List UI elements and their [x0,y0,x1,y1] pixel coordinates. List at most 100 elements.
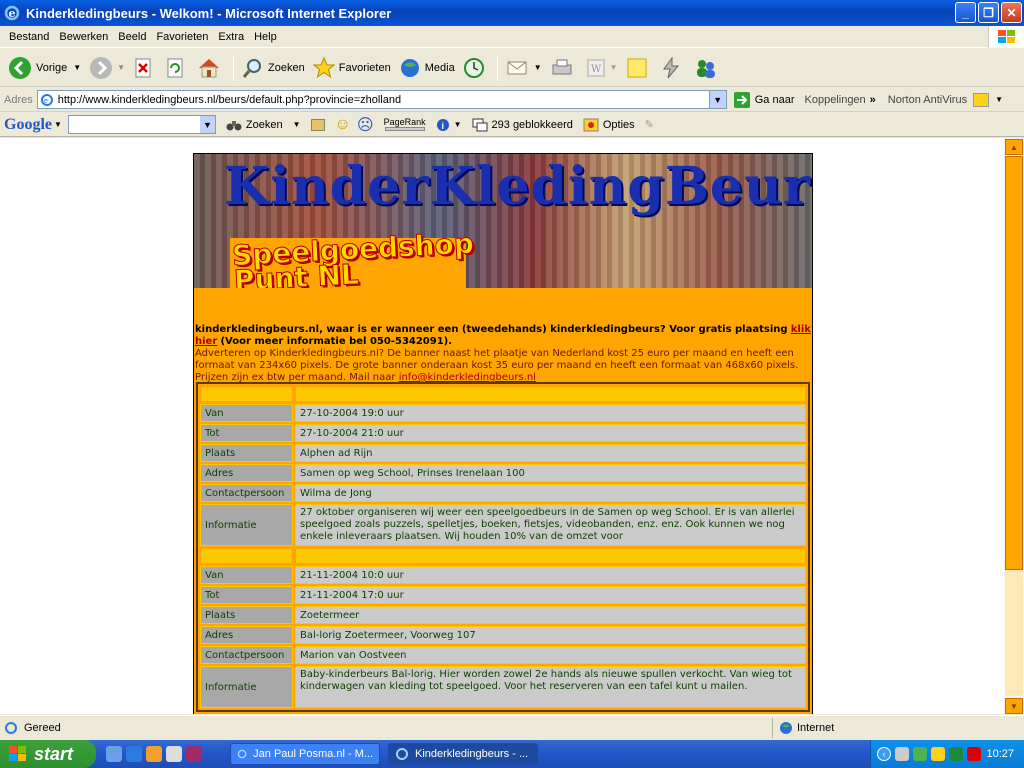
scroll-track[interactable] [1005,570,1023,696]
event-contact: Marion van Oostveen [295,646,806,664]
label-tot: Tot [200,586,293,604]
search-icon [242,58,262,78]
label-plaats: Plaats [200,444,293,462]
google-news-button[interactable] [310,118,325,131]
table-row: Van 21-11-2004 10:0 uur [200,566,806,584]
label-contactpersoon: Contactpersoon [200,646,293,664]
taskbar-item-kinderkledingbeurs[interactable]: Kinderkledingbeurs - ... [388,743,538,765]
taskbar-item-jan-paul[interactable]: Jan Paul Posma.nl - M... [230,743,380,765]
menu-help[interactable]: Help [249,31,282,43]
table-row: Contactpersoon Wilma de Jong [200,484,806,502]
printer-icon [552,59,572,74]
google-search-input[interactable]: ▼ [67,115,216,134]
pagerank-indicator[interactable]: PageRank [384,118,426,131]
search-button[interactable]: Zoeken [238,51,309,85]
close-button[interactable]: ✕ [1001,2,1022,23]
media-player-quicklaunch-icon[interactable] [146,746,162,762]
info-icon: i [436,118,449,131]
stop-button[interactable] [129,51,161,85]
search-label: Zoeken [268,61,305,74]
scroll-up-button[interactable]: ▲ [1005,139,1023,155]
home-button[interactable] [193,51,229,85]
back-button[interactable]: Vorige ▼ [4,51,85,85]
address-dropdown-button[interactable]: ▼ [708,91,726,108]
ati-tray-icon[interactable] [967,747,981,761]
smiley-sad-icon: ☹ [356,116,374,134]
menu-favorieten[interactable]: Favorieten [151,31,213,43]
security-tray-icon[interactable] [931,747,945,761]
media-label: Media [424,61,455,74]
maximize-button[interactable]: ❐ [978,2,999,23]
desktop-quicklaunch-icon[interactable] [186,746,202,762]
voting-up-button[interactable]: ☺ [335,116,351,134]
mail-button[interactable]: ▼ [502,51,546,85]
table-row: Contactpersoon Marion van Oostveen [200,646,806,664]
messenger-button[interactable] [690,51,726,85]
banner[interactable]: KinderKledingBeurs Speelgoedshop Punt NL [194,154,812,288]
scroll-thumb[interactable] [1005,156,1023,570]
ie-quicklaunch-icon[interactable] [126,746,142,762]
history-button[interactable] [459,51,493,85]
svg-text:W: W [591,64,602,75]
outlook-quicklaunch-icon[interactable] [166,746,182,762]
chevron-right-icon[interactable]: » [870,94,876,106]
notes-button[interactable] [622,51,656,85]
go-button[interactable]: Ga naar [733,91,795,109]
google-logo[interactable]: Google [4,116,52,134]
note-icon [627,58,647,77]
address-url: http://www.kinderkledingbeurs.nl/beurs/d… [57,93,402,106]
event-adres: Bal-lorig Zoetermeer, Voorweg 107 [295,626,806,644]
speelgoedshop-logo[interactable]: Speelgoedshop Punt NL [230,226,475,288]
start-button[interactable]: start [0,740,96,768]
svg-text:e: e [9,7,16,20]
print-button[interactable] [546,51,582,85]
stop-icon [135,58,151,77]
page-info-button[interactable]: i ▼ [436,118,462,132]
table-row: Adres Samen op weg School, Prinses Irenel… [200,464,806,482]
address-bar: Adres e http://www.kinderkledingbeurs.nl… [0,88,1024,112]
tray-expand-icon[interactable]: ‹ [877,747,891,761]
popup-blocker-icon [472,118,488,131]
address-input[interactable]: e http://www.kinderkledingbeurs.nl/beurs… [36,90,727,109]
messenger-lightning-button[interactable] [656,51,690,85]
popup-blocker-button[interactable]: 293 geblokkeerd [472,118,573,132]
go-arrow-icon [733,91,750,108]
norton-antivirus-label[interactable]: Norton AntiVirus [888,94,967,106]
links-label[interactable]: Koppelingen [805,94,866,106]
media-button[interactable]: Media [395,51,459,85]
label-plaats: Plaats [200,606,293,624]
forward-button[interactable]: ▼ [85,51,129,85]
menu-extra[interactable]: Extra [213,31,249,43]
page-container: KinderKledingBeurs Speelgoedshop Punt NL… [193,153,813,714]
logo-line2: Punt NL [233,257,360,288]
options-button[interactable]: Opties [583,118,635,132]
label-tot: Tot [200,424,293,442]
favorites-button[interactable]: Favorieten [309,51,395,85]
page-done-icon [5,722,17,734]
options-label: Opties [602,118,635,131]
vertical-scrollbar[interactable]: ▲ ▼ [1004,138,1024,714]
explorer-quicklaunch-icon[interactable] [106,746,122,762]
event-adres: Samen op weg School, Prinses Irenelaan 1… [295,464,806,482]
menu-bestand[interactable]: Bestand [4,31,54,43]
security-zone: Internet [772,718,834,738]
norton-icon[interactable] [973,92,990,107]
forward-arrow-icon [90,56,113,79]
voting-down-button[interactable]: ☹ [357,115,374,135]
menu-beeld[interactable]: Beeld [113,31,151,43]
excel-tray-icon[interactable] [949,747,963,761]
table-row: Tot 21-11-2004 17:0 uur [200,586,806,604]
minimize-button[interactable]: _ [955,2,976,23]
start-label: start [34,743,74,764]
taskbar: start Jan Paul Posma.nl - M... Kinderkle… [0,740,1024,768]
refresh-button[interactable] [161,51,193,85]
edit-button[interactable]: W ▼ [582,51,622,85]
windows-flag-icon [9,746,26,761]
google-search-button[interactable]: Zoeken ▼ [226,118,301,132]
intro-phone: (Voor meer informatie bel 050-5342091). [220,336,453,347]
network-tray-icon[interactable] [895,747,909,761]
menu-bewerken[interactable]: Bewerken [54,31,113,43]
highlighter-button[interactable]: ✎ [645,118,654,131]
volume-tray-icon[interactable] [913,747,927,761]
scroll-down-button[interactable]: ▼ [1005,698,1023,714]
